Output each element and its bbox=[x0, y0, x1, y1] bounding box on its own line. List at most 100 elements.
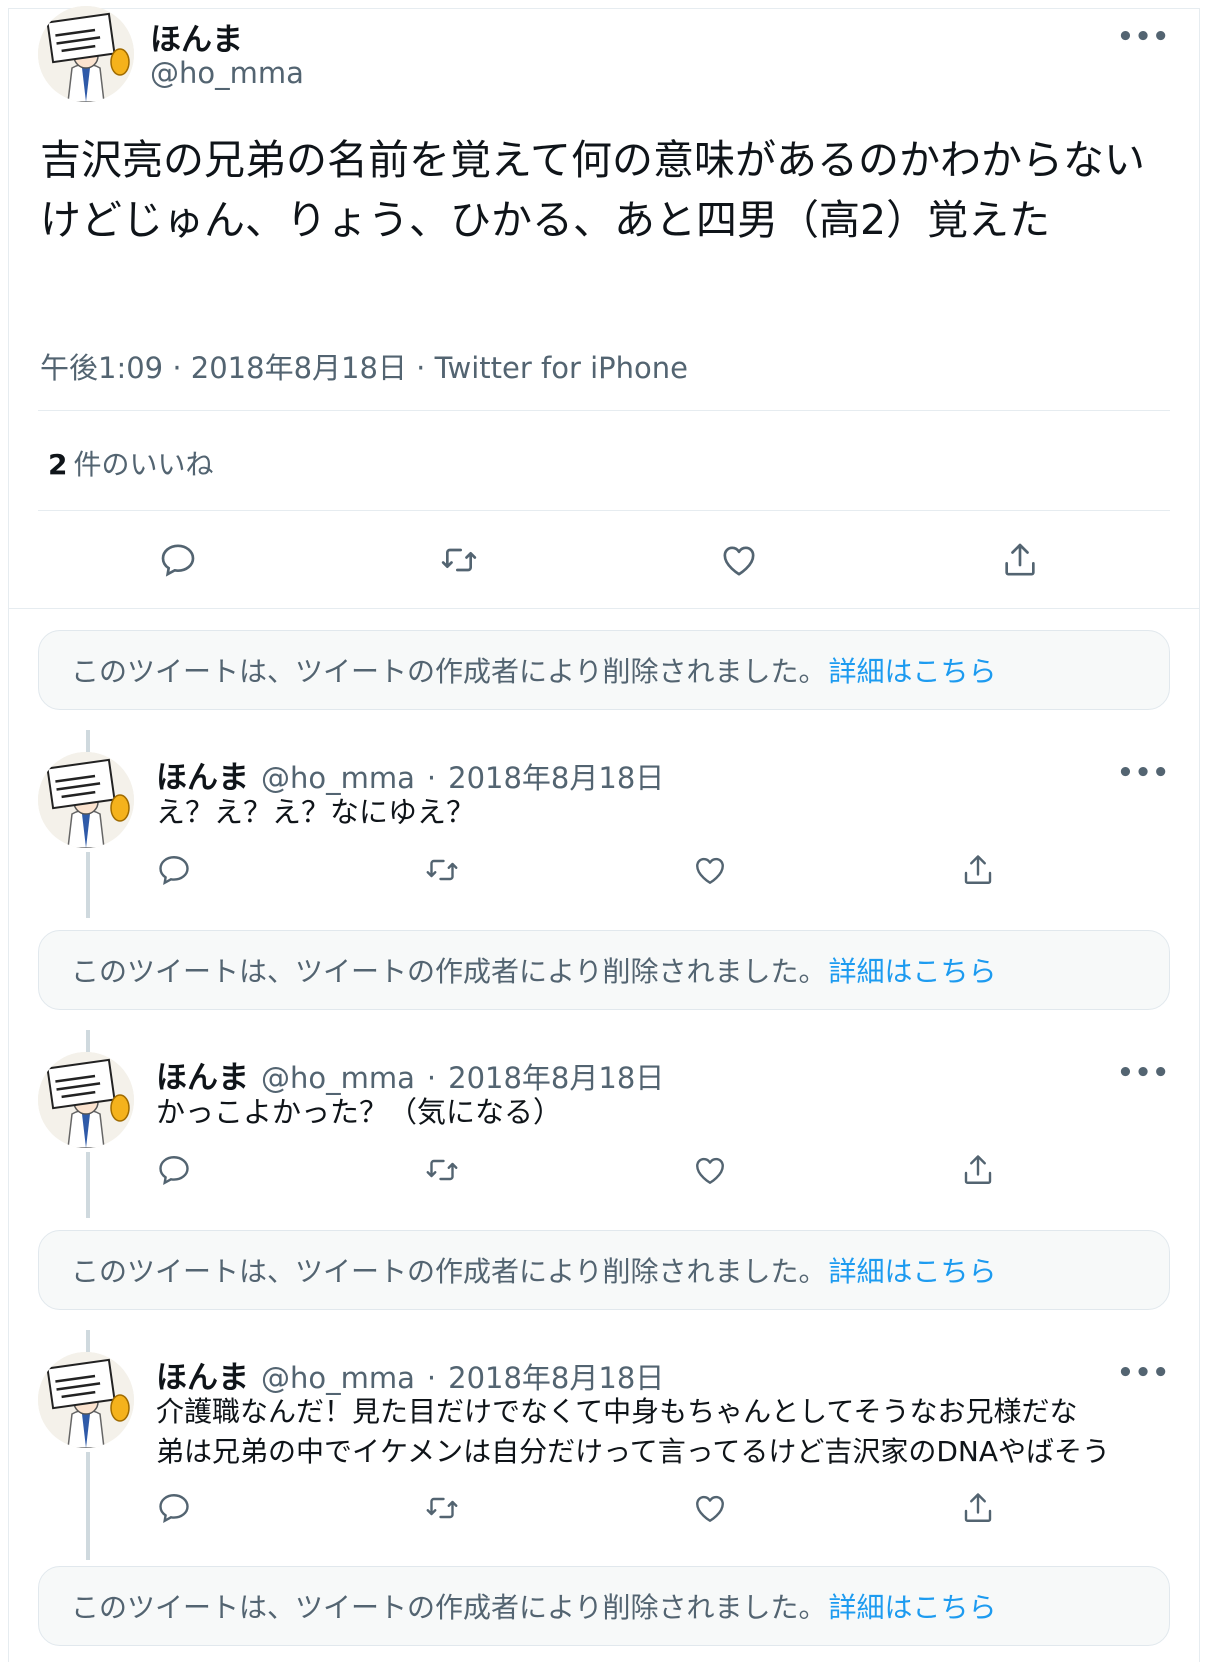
share-button[interactable] bbox=[956, 1148, 1000, 1192]
more-icon[interactable]: ••• bbox=[1117, 22, 1170, 52]
reply-date[interactable]: 2018年8月18日 bbox=[448, 1055, 664, 1097]
retweet-icon bbox=[426, 1497, 458, 1519]
like-icon bbox=[723, 546, 755, 576]
deleted-notice-text: このツイートは、ツイートの作成者により削除されました。 bbox=[71, 655, 827, 688]
likes-stat[interactable]: 2 件のいいね bbox=[48, 443, 214, 483]
avatar[interactable] bbox=[38, 1052, 134, 1148]
reply-button[interactable] bbox=[152, 1486, 196, 1530]
tweet-date[interactable]: 2018年8月18日 bbox=[191, 351, 407, 385]
author-handle[interactable]: @ho_mma bbox=[261, 1361, 415, 1395]
reply-text: かっこよかった？（気になる） bbox=[156, 1095, 563, 1129]
tweet-source[interactable]: Twitter for iPhone bbox=[435, 351, 688, 385]
reply-text: え？え？え？なにゆえ？ bbox=[156, 795, 476, 829]
reply-icon bbox=[159, 1156, 189, 1185]
deleted-tweet-notice: このツイートは、ツイートの作成者により削除されました。 詳細はこちら bbox=[38, 630, 1170, 710]
learn-more-link[interactable]: 詳細はこちら bbox=[828, 1586, 996, 1626]
author-name[interactable]: ほんま bbox=[156, 1352, 249, 1397]
divider bbox=[38, 510, 1170, 511]
share-button[interactable] bbox=[998, 538, 1042, 582]
avatar-illustration bbox=[38, 1052, 134, 1148]
likes-label: 件のいいね bbox=[73, 448, 214, 481]
avatar[interactable] bbox=[38, 1352, 134, 1448]
separator: · bbox=[426, 761, 437, 795]
share-button[interactable] bbox=[956, 848, 1000, 892]
retweet-button[interactable] bbox=[420, 848, 464, 892]
deleted-notice-text: このツイートは、ツイートの作成者により削除されました。 bbox=[71, 1591, 827, 1624]
likes-count: 2 bbox=[48, 448, 68, 481]
thread-line bbox=[86, 1330, 90, 1352]
reply-text-line: 弟は兄弟の中でイケメンは自分だけって言ってるけど吉沢家のDNAやばそう bbox=[156, 1435, 1111, 1468]
like-button[interactable] bbox=[688, 848, 732, 892]
reply-button[interactable] bbox=[152, 1148, 196, 1192]
reply-header: ほんま @ho_mma · 2018年8月18日 bbox=[156, 752, 664, 797]
reply-button[interactable] bbox=[156, 538, 200, 582]
reply-icon bbox=[159, 1494, 189, 1523]
retweet-button[interactable] bbox=[420, 1148, 464, 1192]
avatar-illustration bbox=[38, 6, 134, 102]
thread-line bbox=[86, 1152, 90, 1218]
learn-more-link[interactable]: 詳細はこちら bbox=[828, 650, 996, 690]
deleted-tweet-notice: このツイートは、ツイートの作成者により削除されました。 詳細はこちら bbox=[38, 1566, 1170, 1646]
separator: · bbox=[172, 351, 182, 385]
avatar[interactable] bbox=[38, 752, 134, 848]
reply-header: ほんま @ho_mma · 2018年8月18日 bbox=[156, 1052, 664, 1097]
like-button[interactable] bbox=[717, 538, 761, 582]
tweet-time[interactable]: 午後1:09 bbox=[40, 351, 163, 385]
deleted-tweet-notice: このツイートは、ツイートの作成者により削除されました。 詳細はこちら bbox=[38, 1230, 1170, 1310]
retweet-icon bbox=[441, 548, 476, 572]
retweet-button[interactable] bbox=[437, 538, 481, 582]
more-icon[interactable]: ••• bbox=[1117, 1358, 1170, 1388]
author-name[interactable]: ほんま bbox=[150, 14, 243, 59]
separator: · bbox=[426, 1361, 437, 1395]
like-icon bbox=[696, 1495, 724, 1522]
thread-line bbox=[86, 852, 90, 918]
reply-date[interactable]: 2018年8月18日 bbox=[448, 755, 664, 797]
more-icon[interactable]: ••• bbox=[1117, 758, 1170, 788]
deleted-notice-text: このツイートは、ツイートの作成者により削除されました。 bbox=[71, 1255, 827, 1288]
deleted-notice-text: このツイートは、ツイートの作成者により削除されました。 bbox=[71, 955, 827, 988]
thread-line bbox=[86, 730, 90, 752]
author-handle[interactable]: @ho_mma bbox=[261, 761, 415, 795]
share-icon bbox=[1005, 543, 1035, 576]
reply-actions-bar bbox=[152, 1486, 1000, 1530]
separator: · bbox=[426, 1061, 437, 1095]
retweet-icon bbox=[426, 859, 458, 881]
reply-header: ほんま @ho_mma · 2018年8月18日 bbox=[156, 1352, 664, 1397]
author-name[interactable]: ほんま bbox=[156, 1052, 249, 1097]
learn-more-link[interactable]: 詳細はこちら bbox=[828, 950, 996, 990]
author-handle[interactable]: @ho_mma bbox=[150, 56, 304, 90]
tweet-text: 吉沢亮の兄弟の名前を覚えて何の意味があるのかわからないけどじゅん、りょう、ひかる… bbox=[40, 136, 1145, 244]
separator: · bbox=[416, 351, 426, 385]
like-button[interactable] bbox=[688, 1148, 732, 1192]
learn-more-link[interactable]: 詳細はこちら bbox=[828, 1250, 996, 1290]
deleted-tweet-notice: このツイートは、ツイートの作成者により削除されました。 詳細はこちら bbox=[38, 930, 1170, 1010]
like-icon bbox=[696, 857, 724, 884]
reply-date[interactable]: 2018年8月18日 bbox=[448, 1355, 664, 1397]
reply-actions-bar bbox=[152, 1148, 1000, 1192]
reply-icon bbox=[159, 856, 189, 885]
tweet-meta: 午後1:09 · 2018年8月18日 · Twitter for iPhone bbox=[40, 345, 688, 387]
reply-actions-bar bbox=[152, 848, 1000, 892]
reply-text-line: 介護職なんだ！見た目だけでなくて中身もちゃんとしてそうなお兄様だな bbox=[156, 1395, 1078, 1428]
thread-line bbox=[86, 1030, 90, 1052]
share-icon bbox=[964, 1493, 992, 1522]
author-name[interactable]: ほんま bbox=[156, 752, 249, 797]
reply-button[interactable] bbox=[152, 848, 196, 892]
like-button[interactable] bbox=[688, 1486, 732, 1530]
retweet-button[interactable] bbox=[420, 1486, 464, 1530]
thread-line bbox=[86, 1452, 90, 1560]
divider bbox=[8, 608, 1200, 609]
avatar[interactable] bbox=[38, 6, 134, 102]
divider bbox=[38, 410, 1170, 411]
avatar-illustration bbox=[38, 1352, 134, 1448]
share-button[interactable] bbox=[956, 1486, 1000, 1530]
more-icon[interactable]: ••• bbox=[1117, 1058, 1170, 1088]
main-actions-bar bbox=[156, 538, 1042, 582]
avatar-illustration bbox=[38, 752, 134, 848]
author-handle[interactable]: @ho_mma bbox=[261, 1061, 415, 1095]
retweet-icon bbox=[426, 1159, 458, 1181]
share-icon bbox=[964, 855, 992, 884]
share-icon bbox=[964, 1155, 992, 1184]
reply-icon bbox=[161, 544, 195, 577]
like-icon bbox=[696, 1157, 724, 1184]
